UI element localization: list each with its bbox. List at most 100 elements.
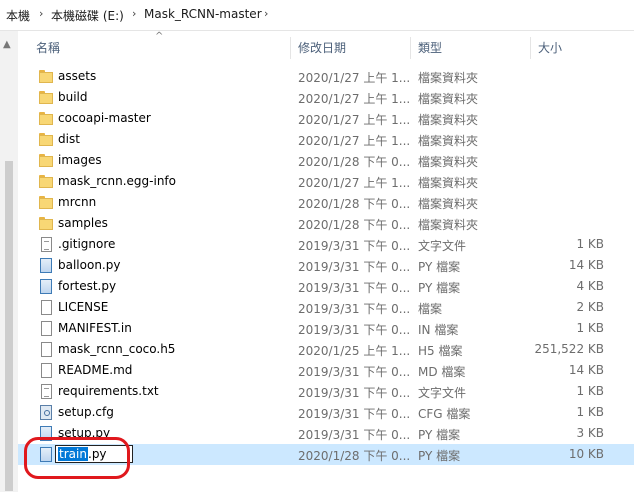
file-type: 檔案資料夾 [418,92,479,106]
file-type: H5 檔案 [418,344,463,358]
file-size: 251,522 KB [534,342,604,356]
file-type: 檔案資料夾 [418,176,479,190]
chevron-right-icon[interactable]: › [39,7,43,20]
column-header-date-label: 修改日期 [298,41,347,55]
breadcrumb-item-drive-e[interactable]: 本機磁碟 (E:) [51,7,124,24]
file-row[interactable]: mask_rcnn.egg-info 2020/1/27 上午 1... 檔案資料夾 [18,171,634,192]
file-row[interactable]: cocoapi-master 2020/1/27 上午 1... 檔案資料夾 [18,108,634,129]
folder-icon [39,174,53,189]
file-type: PY 檔案 [418,428,461,442]
file-row[interactable]: MANIFEST.in 2019/3/31 下午 0... IN 檔案 1 KB [18,318,634,339]
file-type: 文字文件 [418,386,467,400]
column-header-type[interactable]: 類型 [418,31,531,65]
file-type: 檔案資料夾 [418,71,479,85]
folder-icon [39,195,53,210]
file-row[interactable]: balloon.py 2019/3/31 下午 0... PY 檔案 14 KB [18,255,634,276]
file-name: assets [58,69,97,83]
file-row[interactable]: requirements.txt 2019/3/31 下午 0... 文字文件 1 K… [18,381,634,402]
file-type: MD 檔案 [418,365,466,379]
file-row[interactable]: setup.cfg 2019/3/31 下午 0... CFG 檔案 1 KB [18,402,634,423]
file-type: 檔案資料夾 [418,134,479,148]
file-icon [41,300,52,315]
file-type: 檔案資料夾 [418,155,479,169]
folder-icon [39,216,53,231]
file-name: cocoapi-master [58,111,151,125]
breadcrumb: 本機 › 本機磁碟 (E:) › Mask_RCNN-master › [0,0,634,31]
file-size: 1 KB [576,321,604,335]
file-type: 檔案資料夾 [418,197,479,211]
file-row[interactable]: .gitignore 2019/3/31 下午 0... 文字文件 1 KB [18,234,634,255]
file-size: 2 KB [576,300,604,314]
file-type: 檔案資料夾 [418,113,479,127]
file-size: 1 KB [576,405,604,419]
red-highlight-annotation [24,437,130,479]
file-date-modified: 2019/3/31 下午 0... [298,323,411,337]
file-name: dist [58,132,80,146]
file-date-modified: 2020/1/27 上午 1... [298,113,411,127]
chevron-right-icon[interactable]: › [132,7,136,20]
scrollbar-thumb[interactable] [5,161,13,491]
file-date-modified: 2020/1/28 下午 0... [298,218,411,232]
file-date-modified: 2020/1/27 上午 1... [298,92,411,106]
breadcrumb-item-mask-rcnn-master[interactable]: Mask_RCNN-master [144,7,262,21]
folder-icon [39,132,53,147]
file-row[interactable]: mrcnn 2020/1/28 下午 0... 檔案資料夾 [18,192,634,213]
chevron-right-icon[interactable]: › [264,7,268,20]
column-divider[interactable] [290,37,291,59]
file-row[interactable]: assets 2020/1/27 上午 1... 檔案資料夾 [18,66,634,87]
file-date-modified: 2019/3/31 下午 0... [298,281,411,295]
column-header-date[interactable]: 修改日期 [298,31,411,65]
file-date-modified: 2019/3/31 下午 0... [298,386,411,400]
file-name: images [58,153,102,167]
file-date-modified: 2020/1/27 上午 1... [298,71,411,85]
folder-icon [39,69,53,84]
navigation-pane-scrollbar[interactable]: ▲ [0,31,18,492]
file-size: 10 KB [568,447,604,461]
file-size: 3 KB [576,426,604,440]
folder-icon [39,111,53,126]
file-name: mrcnn [58,195,97,209]
file-date-modified: 2020/1/28 下午 0... [298,155,411,169]
file-type: CFG 檔案 [418,407,471,421]
file-type: IN 檔案 [418,323,459,337]
sort-ascending-icon: ^ [155,31,164,42]
file-row[interactable]: images 2020/1/28 下午 0... 檔案資料夾 [18,150,634,171]
file-name: MANIFEST.in [58,321,132,335]
python-file-icon [40,258,52,273]
file-row[interactable]: README.md 2019/3/31 下午 0... MD 檔案 14 KB [18,360,634,381]
file-date-modified: 2019/3/31 下午 0... [298,407,411,421]
column-divider[interactable] [410,37,411,59]
file-name: setup.cfg [58,405,114,419]
file-date-modified: 2020/1/28 下午 0... [298,449,411,463]
file-date-modified: 2020/1/25 上午 1... [298,344,411,358]
file-row[interactable]: mask_rcnn_coco.h5 2020/1/25 上午 1... H5 檔案 2… [18,339,634,360]
column-divider[interactable] [530,37,531,59]
file-date-modified: 2019/3/31 下午 0... [298,239,411,253]
file-row[interactable]: build 2020/1/27 上午 1... 檔案資料夾 [18,87,634,108]
file-row[interactable]: samples 2020/1/28 下午 0... 檔案資料夾 [18,213,634,234]
column-header-name-label: 名稱 [36,41,61,55]
file-type: PY 檔案 [418,449,461,463]
file-name: samples [58,216,108,230]
file-row[interactable]: dist 2020/1/27 上午 1... 檔案資料夾 [18,129,634,150]
scroll-up-arrow-icon[interactable]: ▲ [3,39,11,50]
column-header-size[interactable]: 大小 [538,31,618,65]
breadcrumb-item-this-pc[interactable]: 本機 [6,7,30,24]
column-header-name[interactable]: 名稱 [36,31,291,65]
file-list: assets 2020/1/27 上午 1... 檔案資料夾 build 2020/1/… [18,66,634,465]
file-row[interactable]: fortest.py 2019/3/31 下午 0... PY 檔案 4 KB [18,276,634,297]
file-row[interactable]: LICENSE 2019/3/31 下午 0... 檔案 2 KB [18,297,634,318]
column-header-type-label: 類型 [418,41,443,55]
file-date-modified: 2020/1/27 上午 1... [298,176,411,190]
file-size: 14 KB [568,363,604,377]
file-icon [41,363,52,378]
file-name: balloon.py [58,258,121,272]
file-name: .gitignore [58,237,116,251]
column-header-size-label: 大小 [538,41,563,55]
file-name: fortest.py [58,279,117,293]
file-name: README.md [58,363,133,377]
file-date-modified: 2019/3/31 下午 0... [298,428,411,442]
file-icon [41,342,52,357]
folder-icon [39,153,53,168]
file-date-modified: 2019/3/31 下午 0... [298,260,411,274]
